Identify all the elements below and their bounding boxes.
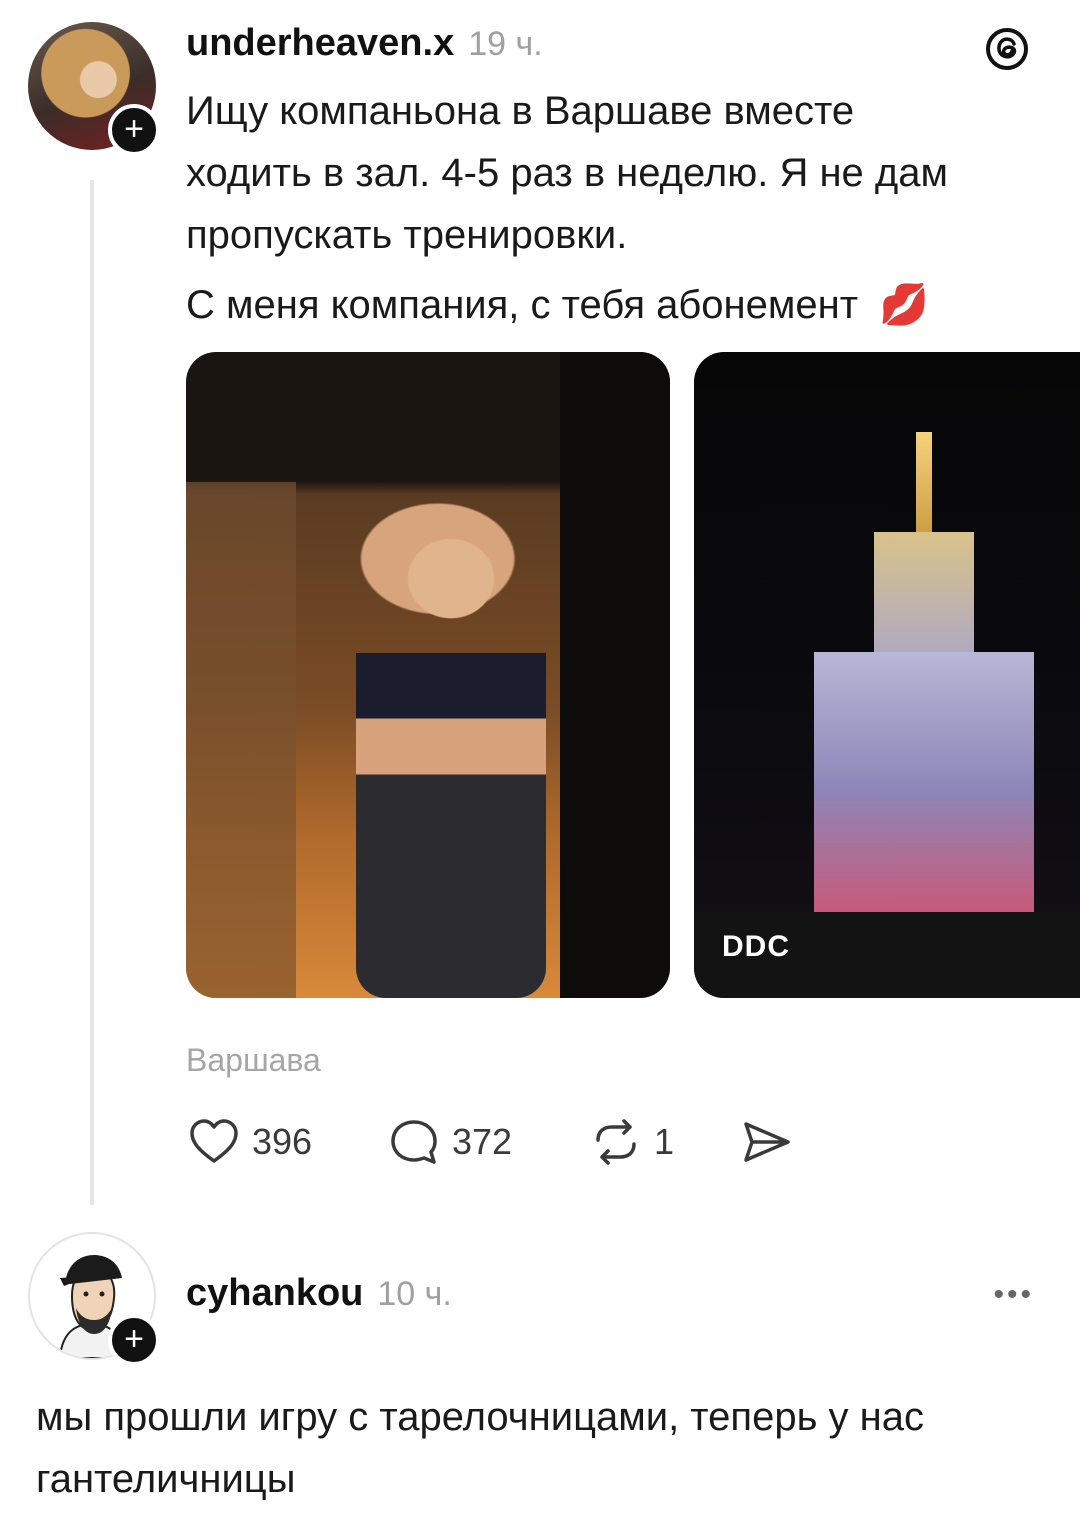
photo-tower-top bbox=[874, 532, 974, 672]
threads-logo-icon[interactable] bbox=[984, 26, 1030, 77]
post-location[interactable]: Варшава bbox=[186, 1042, 321, 1079]
repost-count: 1 bbox=[654, 1121, 675, 1162]
post-body: Ищу компаньона в Варшаве вместе ходить в… bbox=[186, 80, 1046, 336]
photo-door bbox=[560, 352, 670, 998]
comment-username[interactable]: cyhankou bbox=[186, 1272, 363, 1315]
photo-spire bbox=[916, 432, 932, 542]
photo-person bbox=[356, 532, 546, 998]
post-username[interactable]: underheaven.x bbox=[186, 22, 454, 65]
like-count: 396 bbox=[252, 1121, 313, 1162]
photo-caption: DDC bbox=[722, 930, 790, 963]
post-photo-gym[interactable] bbox=[186, 352, 670, 998]
repost-button[interactable]: 1 bbox=[588, 1114, 674, 1170]
kiss-emoji-icon: 💋 bbox=[879, 283, 929, 327]
like-button[interactable]: 396 bbox=[186, 1114, 312, 1170]
post-text-line: ходить в зал. 4-5 раз в неделю. Я не дам bbox=[186, 151, 948, 195]
more-options-icon[interactable]: ••• bbox=[993, 1278, 1034, 1312]
send-icon bbox=[744, 1122, 790, 1162]
thread-connector-line bbox=[90, 180, 94, 1205]
share-button[interactable] bbox=[738, 1114, 794, 1170]
comment-button[interactable]: 372 bbox=[386, 1114, 512, 1170]
heart-icon bbox=[190, 1119, 238, 1163]
repost-icon bbox=[596, 1119, 636, 1165]
post-photo-palace[interactable]: DDC bbox=[694, 352, 1080, 998]
comment-text: мы прошли игру с тарелочницами, теперь у… bbox=[36, 1395, 924, 1501]
post-text-line: С меня компания, с тебя абонемент 💋 bbox=[186, 274, 1046, 336]
comment-bubble-icon bbox=[391, 1120, 437, 1164]
comment-timestamp: 10 ч. bbox=[377, 1275, 452, 1313]
photo-locker-wall bbox=[186, 482, 296, 998]
post-text-line: Ищу компаньона в Варшаве вместе bbox=[186, 89, 855, 133]
post-text-line: пропускать тренировки. bbox=[186, 213, 628, 257]
follow-plus-icon[interactable]: + bbox=[108, 104, 160, 156]
comment-count: 372 bbox=[452, 1121, 513, 1162]
comment-header: cyhankou 10 ч. bbox=[186, 1272, 452, 1315]
post-timestamp: 19 ч. bbox=[468, 25, 543, 63]
post-text-second: С меня компания, с тебя абонемент bbox=[186, 283, 859, 327]
post-header: underheaven.x 19 ч. bbox=[186, 22, 543, 65]
follow-plus-icon[interactable]: + bbox=[108, 1314, 160, 1366]
